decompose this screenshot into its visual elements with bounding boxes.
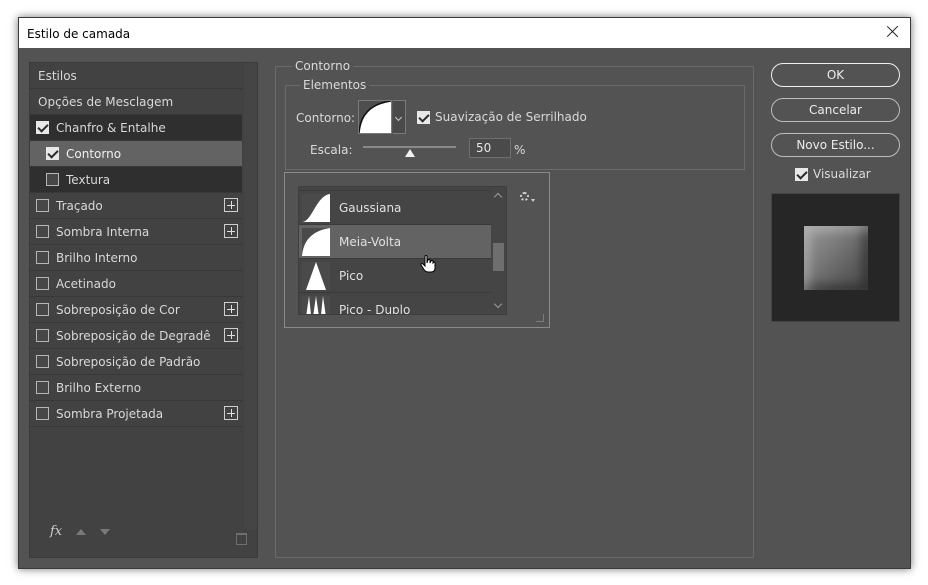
styles-header[interactable]: Estilos (30, 63, 242, 89)
cancel-button[interactable]: Cancelar (771, 98, 900, 122)
scroll-down-icon[interactable] (493, 299, 503, 309)
ok-button[interactable]: OK (771, 63, 900, 87)
gradient-overlay-checkbox[interactable] (36, 329, 49, 342)
drop-shadow-checkbox[interactable] (36, 407, 49, 420)
style-item-texture[interactable]: Textura (30, 167, 242, 193)
styles-footer: fx (50, 524, 124, 539)
style-item-inner-glow[interactable]: Brilho Interno (30, 245, 242, 271)
preset-list: Gaussiana Meia-Volta Pico Pico - Duplo (298, 186, 507, 315)
arrow-down-icon[interactable] (100, 528, 111, 535)
preset-scrollbar[interactable] (491, 187, 506, 314)
style-item-satin[interactable]: Acetinado (30, 271, 242, 297)
pattern-overlay-label: Sobreposição de Padrão (56, 354, 201, 369)
trash-icon[interactable] (236, 533, 247, 545)
preset-row-double-peak[interactable]: Pico - Duplo (299, 293, 491, 315)
add-stroke-plus-icon[interactable] (224, 198, 238, 212)
satin-label: Acetinado (56, 276, 116, 291)
peak-curve-icon (302, 261, 330, 290)
style-item-bevel-emboss[interactable]: Chanfro & Entalhe (30, 115, 242, 141)
gear-icon[interactable] (520, 192, 529, 201)
preview-checkbox[interactable] (795, 168, 808, 181)
half-round-curve-icon (302, 227, 330, 256)
styles-list-panel: Estilos Opções de Mesclagem Chanfro & En… (29, 62, 258, 558)
style-item-gradient-overlay[interactable]: Sobreposição de Degradê (30, 323, 242, 349)
scale-slider-thumb[interactable] (404, 149, 415, 157)
satin-checkbox[interactable] (36, 277, 49, 290)
contour-curve-swatch[interactable] (358, 100, 392, 134)
inner-glow-checkbox[interactable] (36, 251, 49, 264)
style-preview (771, 193, 900, 322)
preset-name: Pico (339, 268, 364, 283)
scroll-up-icon[interactable] (493, 192, 503, 202)
antialias-checkbox[interactable] (417, 111, 430, 124)
preset-name: Gaussiana (339, 200, 402, 215)
antialias-label: Suavização de Serrilhado (435, 110, 587, 124)
elements-group-title: Elementos (300, 78, 370, 92)
preview-label: Visualizar (813, 167, 871, 181)
preset-row-gaussian[interactable]: Gaussiana (299, 191, 491, 225)
contour-label: Contorno: (296, 111, 356, 125)
inner-shadow-label: Sombra Interna (56, 224, 150, 239)
pattern-overlay-checkbox[interactable] (36, 355, 49, 368)
scale-input[interactable] (469, 138, 511, 158)
scale-unit: % (514, 143, 526, 157)
hand-cursor-icon (420, 255, 436, 273)
blending-options-item[interactable]: Opções de Mesclagem (30, 89, 242, 115)
dialog-title: Estilo de camada (27, 27, 131, 41)
fx-icon[interactable]: fx (50, 524, 62, 539)
half-round-curve-icon (358, 100, 392, 134)
stroke-checkbox[interactable] (36, 199, 49, 212)
styles-scrollbar[interactable] (244, 63, 257, 529)
style-item-inner-shadow[interactable]: Sombra Interna (30, 219, 242, 245)
outer-glow-label: Brilho Externo (56, 380, 142, 395)
scale-label: Escala: (310, 143, 353, 157)
preset-name: Pico - Duplo (339, 302, 411, 315)
inner-shadow-checkbox[interactable] (36, 225, 49, 238)
drop-shadow-label: Sombra Projetada (56, 406, 164, 421)
close-icon[interactable] (884, 23, 902, 41)
preset-row-peak[interactable]: Pico (299, 259, 491, 293)
gear-caret-icon[interactable] (531, 199, 535, 202)
add-inner-shadow-plus-icon[interactable] (224, 224, 238, 238)
style-item-stroke[interactable]: Traçado (30, 193, 242, 219)
preset-row-half-round[interactable]: Meia-Volta (299, 225, 491, 259)
texture-checkbox[interactable] (46, 173, 59, 186)
stroke-label: Traçado (56, 198, 103, 213)
styles-header-label: Estilos (38, 68, 77, 83)
add-gradient-overlay-plus-icon[interactable] (224, 328, 238, 342)
style-item-pattern-overlay[interactable]: Sobreposição de Padrão (30, 349, 242, 375)
blending-options-label: Opções de Mesclagem (38, 94, 174, 109)
contour-preset-picker: Gaussiana Meia-Volta Pico Pico - Duplo (284, 172, 550, 328)
new-style-button[interactable]: Novo Estilo... (771, 133, 900, 157)
bevel-emboss-checkbox[interactable] (36, 121, 49, 134)
outer-glow-checkbox[interactable] (36, 381, 49, 394)
contour-item-label: Contorno (66, 146, 122, 161)
style-item-drop-shadow[interactable]: Sombra Projetada (30, 401, 242, 427)
color-overlay-label: Sobreposição de Cor (56, 302, 180, 317)
scroll-thumb[interactable] (493, 243, 504, 271)
gradient-overlay-label: Sobreposição de Degradê (56, 328, 211, 343)
style-item-contour[interactable]: Contorno (30, 141, 242, 167)
arrow-up-icon[interactable] (76, 528, 87, 535)
gaussian-curve-icon (302, 193, 330, 222)
titlebar: Estilo de camada (19, 18, 910, 48)
preview-thumbnail (804, 226, 868, 290)
scale-slider-track[interactable] (363, 146, 456, 148)
add-color-overlay-plus-icon[interactable] (224, 302, 238, 316)
texture-label: Textura (66, 172, 111, 187)
elements-group (285, 85, 745, 170)
style-item-color-overlay[interactable]: Sobreposição de Cor (30, 297, 242, 323)
inner-glow-label: Brilho Interno (56, 250, 138, 265)
color-overlay-checkbox[interactable] (36, 303, 49, 316)
preset-name: Meia-Volta (339, 234, 402, 249)
bevel-emboss-label: Chanfro & Entalhe (56, 120, 166, 135)
add-drop-shadow-plus-icon[interactable] (224, 406, 238, 420)
double-peak-curve-icon (302, 295, 330, 314)
resize-grip-icon[interactable] (536, 314, 544, 322)
layer-style-dialog: Estilo de camada Estilos Opções de Mescl… (18, 17, 911, 569)
contour-checkbox[interactable] (46, 147, 59, 160)
style-item-outer-glow[interactable]: Brilho Externo (30, 375, 242, 401)
chevron-down-icon[interactable] (393, 100, 406, 134)
contour-group-title: Contorno (292, 59, 354, 73)
